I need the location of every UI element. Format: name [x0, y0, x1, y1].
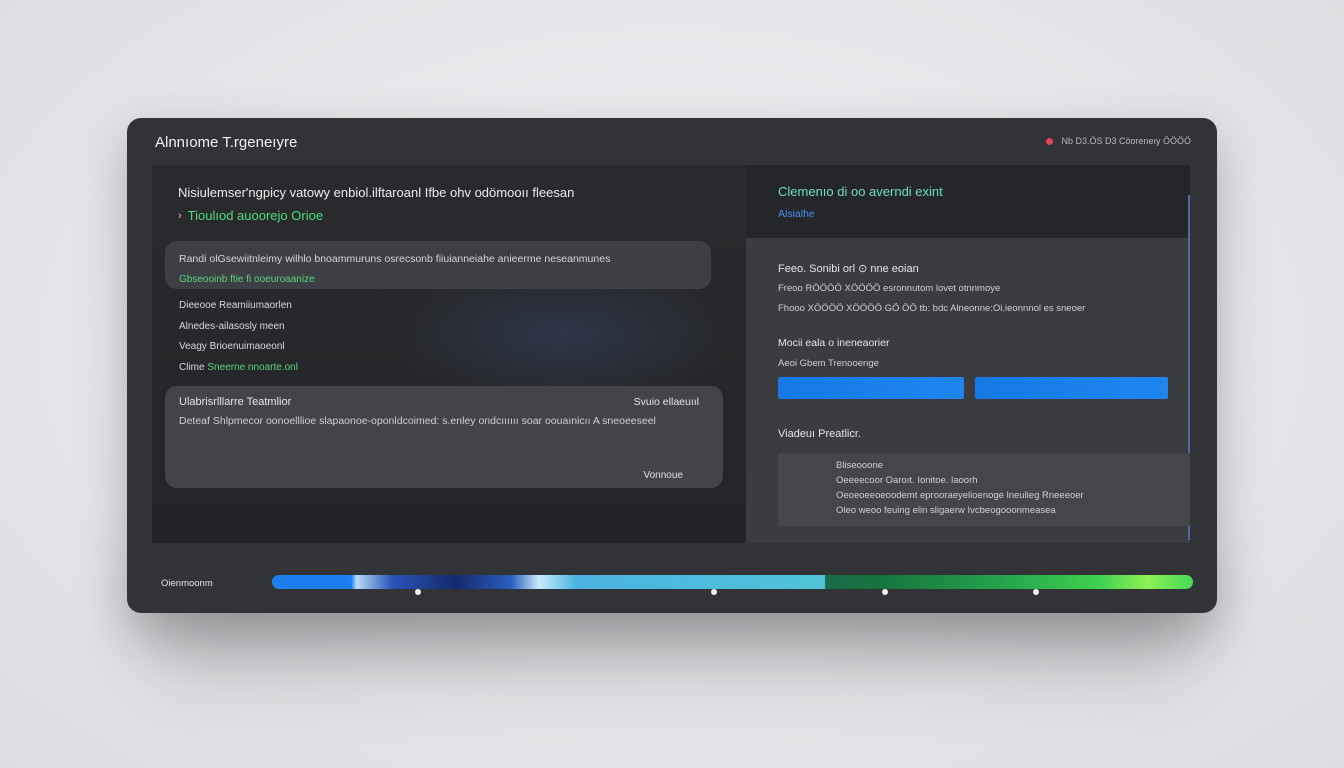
- preference-line: Bliseooone: [836, 460, 884, 471]
- window-title: Alnnıome T.rgeneıyre: [155, 134, 298, 151]
- left-panel: Nisiulemser'ngpicy vatowy enbiol.ilftaro…: [152, 165, 746, 543]
- left-subheading[interactable]: › Tioulıod auoorejo Orioe: [178, 208, 323, 223]
- window-status: Nb D3.ÖS D3 Cöoreneıy ÖÖÖÖ: [1046, 136, 1191, 146]
- preference-line: Oeeeecoor Oaroıt. Ionitoe. laoorh: [836, 475, 978, 486]
- app-window: Alnnıome T.rgeneıyre Nb D3.ÖS D3 Cöorene…: [127, 118, 1217, 613]
- list-item[interactable]: Clime Sneerne nnoarte.onl: [179, 362, 298, 383]
- right-panel-title: Clemenıo di oo averndi exint: [778, 184, 943, 199]
- timeline-marker[interactable]: [415, 589, 422, 595]
- info-card-highlight: Gbseooinb ftie fi ooeuroaanize: [179, 274, 315, 285]
- form-line: Fhooo XÖÖÖÖ XÖÖÖÖ GÖ ÖÖ tb: bdc Alneonne…: [778, 303, 1086, 314]
- detail-card: Ulabrisrlllarre Teatmlior Svuio ellaeuıı…: [165, 386, 723, 488]
- detail-card-body: Deteaf Shlpmecor oonoelllioe slapaonoe-o…: [179, 415, 656, 427]
- timeline-progress-bar[interactable]: [272, 575, 1193, 589]
- chevron-right-icon: ›: [178, 209, 182, 222]
- timeline-label: Oienmoonm: [161, 578, 213, 589]
- right-panel-link[interactable]: Alsialhe: [778, 208, 815, 220]
- list-item[interactable]: Dieeooe Reamiiumaorlen: [179, 300, 298, 321]
- info-card-text: Randi olGsewiitnleimy wilhlo bnoammuruns…: [179, 253, 611, 265]
- form-label: Feeo. Sonibi orl ⊙ nne eoian: [778, 263, 919, 275]
- left-heading: Nisiulemser'ngpicy vatowy enbiol.ilftaro…: [178, 185, 575, 200]
- detail-card-action[interactable]: Svuio ellaeuııl: [634, 396, 699, 408]
- form-line: Freoo RÖÖÖÖ XÖÖÖÖ esronnutom lovet otnnm…: [778, 283, 1001, 294]
- status-text: Nb D3.ÖS D3 Cöoreneıy ÖÖÖÖ: [1061, 136, 1191, 146]
- model-label: Mocii eala o ineneaorier: [778, 337, 890, 349]
- timeline-marker[interactable]: [1033, 589, 1040, 595]
- timeline-marker[interactable]: [882, 589, 889, 595]
- list-item[interactable]: Alnedes-ailasosly meen: [179, 321, 298, 342]
- right-panel-header: Clemenıo di oo averndi exint Alsialhe: [746, 165, 1190, 238]
- detail-card-footer-link[interactable]: Vonnoue: [644, 470, 684, 481]
- status-dot-icon: [1046, 137, 1054, 145]
- preferences-box: Bliseooone Oeeeecoor Oaroıt. Ionitoe. la…: [778, 453, 1190, 526]
- left-subheading-label: Tioulıod auoorejo Orioe: [187, 208, 324, 223]
- preference-line: Oleo weoo feuing elin sligaerw Ivcbeogoo…: [836, 505, 1056, 516]
- model-sublabel: Aeoi Gbem Trenooenge: [778, 358, 879, 369]
- preference-line: Oeoeoeeoeoodemt eprooraeyelioenoge lneul…: [836, 490, 1084, 501]
- right-panel: Clemenıo di oo averndi exint Alsialhe Fe…: [746, 165, 1190, 543]
- option-list: Dieeooe Reamiiumaorlen Alnedes-ailasosly…: [179, 300, 298, 382]
- detail-card-title: Ulabrisrlllarre Teatmlior: [179, 396, 292, 408]
- primary-button-right[interactable]: [975, 377, 1168, 399]
- timeline-marker[interactable]: [711, 589, 718, 595]
- list-item[interactable]: Veagy Brioenuimaoeonl: [179, 341, 298, 362]
- preferences-label: Viadeuı Preatlicr.: [778, 428, 861, 440]
- primary-button-left[interactable]: [778, 377, 964, 399]
